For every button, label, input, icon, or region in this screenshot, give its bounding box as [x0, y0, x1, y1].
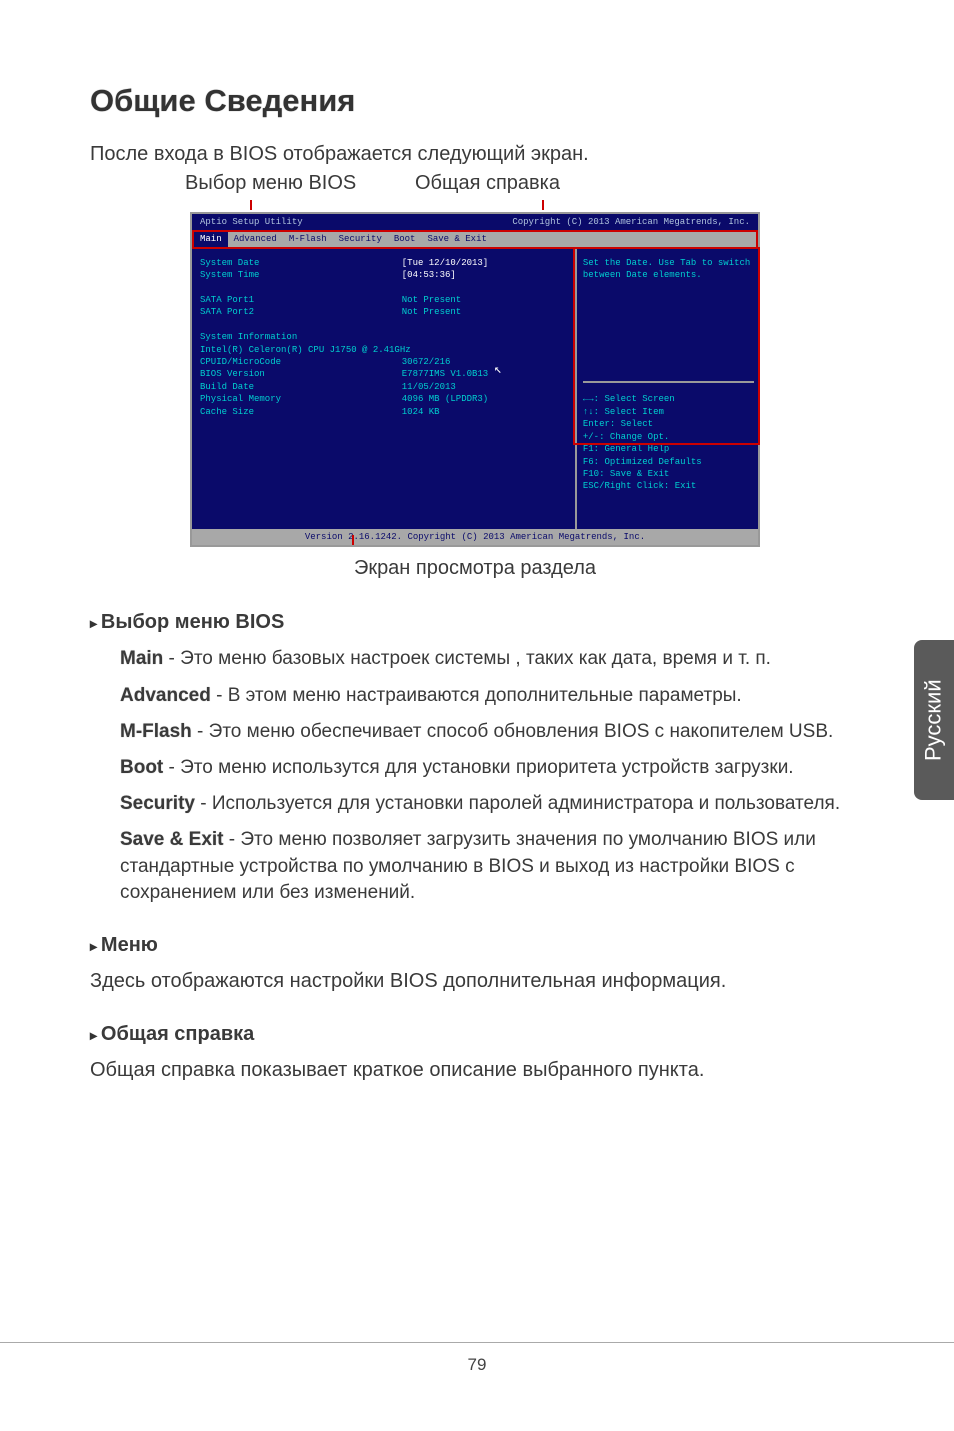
list-item: Save & Exit - Это меню позволяет загрузи…	[120, 827, 860, 906]
list-item: M-Flash - Это меню обеспечивает способ о…	[120, 719, 860, 745]
bios-key-hint: F1: General Help	[583, 443, 754, 455]
section-head-menu2: Меню	[90, 932, 860, 960]
page-title: Общие Сведения	[90, 80, 860, 123]
bios-footer: Version 2.16.1242. Copyright (C) 2013 Am…	[192, 529, 758, 545]
bios-footer-text: Version 2.16.1242. Copyright (C) 2013 Am…	[305, 532, 645, 542]
bios-tab-saveexit: Save & Exit	[421, 232, 492, 246]
bios-tab-security: Security	[333, 232, 388, 246]
bios-val: [Tue 12/10/2013]	[402, 257, 488, 269]
bios-tab-mflash: M-Flash	[283, 232, 333, 246]
list-item: Advanced - В этом меню настраиваются доп…	[120, 683, 860, 709]
bios-tab-advanced: Advanced	[228, 232, 283, 246]
screenview-caption: Экран просмотра раздела	[90, 555, 860, 583]
section-text: Здесь отображаются настройки BIOS дополн…	[90, 968, 860, 996]
bios-key-hint: +/-: Change Opt.	[583, 431, 754, 443]
intro-text: После входа в BIOS отображается следующи…	[90, 141, 860, 169]
bios-key: SATA Port1	[200, 294, 402, 306]
list-item: Boot - Это меню использутся для установк…	[120, 755, 860, 781]
bios-val: 4096 MB (LPDDR3)	[402, 393, 488, 405]
bios-key: Build Date	[200, 381, 402, 393]
bios-left-panel: System Date[Tue 12/10/2013] System Time[…	[192, 249, 577, 529]
bios-header-right: Copyright (C) 2013 American Megatrends, …	[512, 216, 750, 228]
callout-menu: Выбор меню BIOS	[185, 170, 415, 198]
bios-val: Not Present	[402, 306, 461, 318]
bios-val: 11/05/2013	[402, 381, 456, 393]
bios-val: E7877IMS V1.0B13	[402, 368, 488, 380]
bios-key-hint: F6: Optimized Defaults	[583, 456, 754, 468]
bios-key: Cache Size	[200, 406, 402, 418]
bios-key: Physical Memory	[200, 393, 402, 405]
bios-val: Not Present	[402, 294, 461, 306]
bios-val: 30672/216	[402, 356, 451, 368]
bios-key-hint: ←→: Select Screen	[583, 393, 754, 405]
red-tick-2	[542, 200, 544, 210]
callout-help: Общая справка	[415, 170, 560, 198]
language-label: Русский	[919, 679, 949, 761]
bios-tab-boot: Boot	[388, 232, 422, 246]
bios-header-left: Aptio Setup Utility	[200, 216, 303, 228]
bios-val: 1024 KB	[402, 406, 440, 418]
bios-help-keys: ←→: Select Screen ↑↓: Select Item Enter:…	[583, 383, 754, 492]
bios-key-hint: F10: Save & Exit	[583, 468, 754, 480]
cursor-icon: ↖	[494, 361, 502, 379]
bios-tab-main: Main	[194, 232, 228, 246]
bios-menu-bar: Main Advanced M-Flash Security Boot Save…	[192, 230, 758, 248]
bios-val: [04:53:36]	[402, 269, 456, 281]
red-tick-3	[352, 535, 354, 545]
bios-screenshot: Aptio Setup Utility Copyright (C) 2013 A…	[190, 212, 760, 547]
bios-right-panel: Set the Date. Use Tab to switch between …	[577, 249, 758, 529]
section-head-help: Общая справка	[90, 1021, 860, 1049]
language-tab: Русский	[914, 640, 954, 800]
list-item: Security - Используется для установки па…	[120, 791, 860, 817]
red-tick-1	[250, 200, 252, 210]
bios-key: System Time	[200, 269, 402, 281]
bios-key: Intel(R) Celeron(R) CPU J1750 @ 2.41GHz	[200, 344, 567, 356]
bios-key: CPUID/MicroCode	[200, 356, 402, 368]
section-head-menu: Выбор меню BIOS	[90, 609, 860, 637]
bios-key: SATA Port2	[200, 306, 402, 318]
list-item: Main - Это меню базовых настроек системы…	[120, 646, 860, 672]
page-number: 79	[0, 1342, 954, 1376]
bios-header: Aptio Setup Utility Copyright (C) 2013 A…	[192, 214, 758, 230]
bios-key-hint: Enter: Select	[583, 418, 754, 430]
bios-key: System Date	[200, 257, 402, 269]
section-text: Общая справка показывает краткое описани…	[90, 1057, 860, 1085]
bios-key-hint: ↑↓: Select Item	[583, 406, 754, 418]
bios-key: System Information	[200, 331, 567, 343]
bios-key-hint: ESC/Right Click: Exit	[583, 480, 754, 492]
bios-help-desc: Set the Date. Use Tab to switch between …	[583, 257, 754, 384]
bios-key: BIOS Version	[200, 368, 402, 380]
